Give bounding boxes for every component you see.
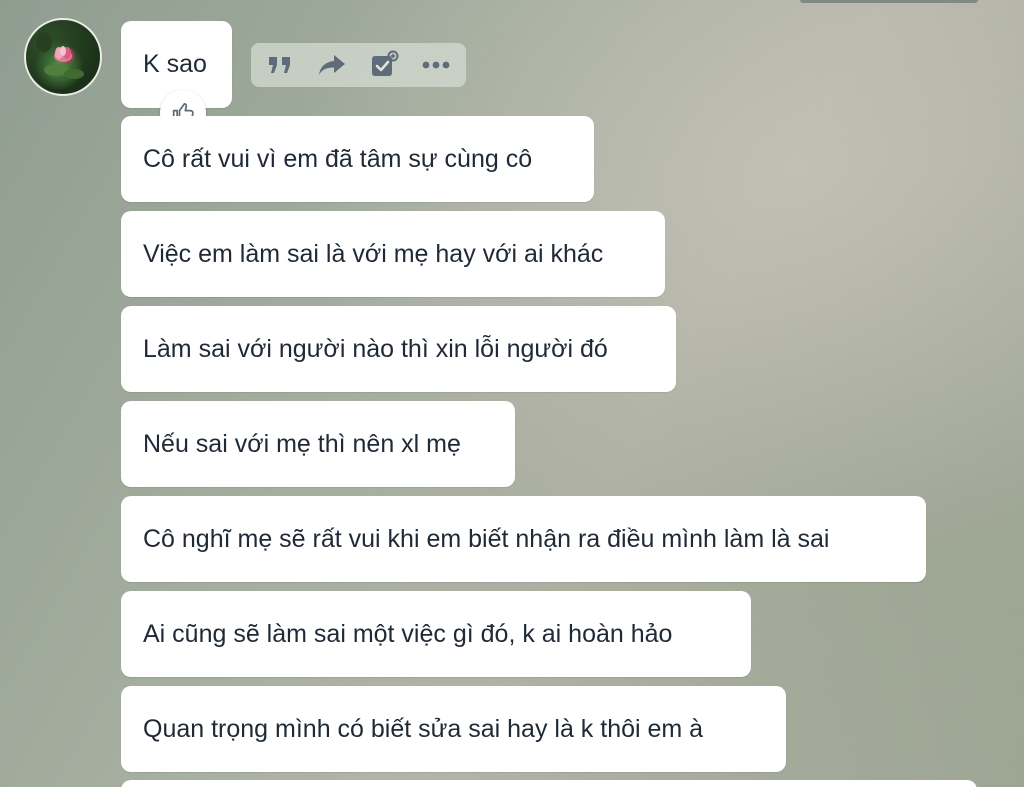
chat-thread: K sao Cô rất vui vì em đã tâm sự cùng cô…	[0, 0, 1024, 787]
forward-icon	[319, 55, 345, 75]
message-text: Quan trọng mình có biết sửa sai hay là k…	[143, 714, 704, 743]
sender-avatar[interactable]	[24, 18, 102, 96]
message-bubble[interactable]: Nếu sai với mẹ thì nên xl mẹ	[121, 401, 515, 487]
lotus-image	[36, 32, 84, 79]
message-text: Cô rất vui vì em đã tâm sự cùng cô	[143, 144, 533, 173]
quote-icon	[269, 57, 290, 73]
message-bubble[interactable]: Việc em làm sai là với mẹ hay với ai khá…	[121, 211, 665, 297]
create-task-button[interactable]	[367, 48, 401, 82]
forward-button[interactable]	[315, 48, 349, 82]
message-bubble[interactable]: Cô rất vui vì em đã tâm sự cùng cô	[121, 116, 594, 202]
message-text: Ai cũng sẽ làm sai một việc gì đó, k ai …	[143, 619, 673, 648]
more-options-button[interactable]	[419, 48, 453, 82]
message-bubble[interactable]: Ai cũng sẽ làm sai một việc gì đó, k ai …	[121, 591, 751, 677]
message-action-toolbar	[251, 43, 466, 87]
message-bubble[interactable]: Cô nghĩ mẹ sẽ rất vui khi em biết nhận r…	[121, 496, 926, 582]
message-text: K sao	[143, 50, 207, 78]
message-bubble-partial[interactable]	[121, 780, 977, 787]
message-bubble[interactable]: Quan trọng mình có biết sửa sai hay là k…	[121, 686, 786, 772]
quote-button[interactable]	[263, 48, 297, 82]
message-text: Nếu sai với mẹ thì nên xl mẹ	[143, 429, 461, 458]
message-text: Việc em làm sai là với mẹ hay với ai khá…	[143, 239, 604, 268]
task-icon	[372, 50, 399, 76]
more-icon	[422, 61, 450, 69]
message-text: Cô nghĩ mẹ sẽ rất vui khi em biết nhận r…	[143, 524, 830, 553]
message-text: Làm sai với người nào thì xin lỗi người …	[143, 334, 608, 363]
message-bubble[interactable]: Làm sai với người nào thì xin lỗi người …	[121, 306, 676, 392]
previous-message-edge	[800, 0, 978, 3]
